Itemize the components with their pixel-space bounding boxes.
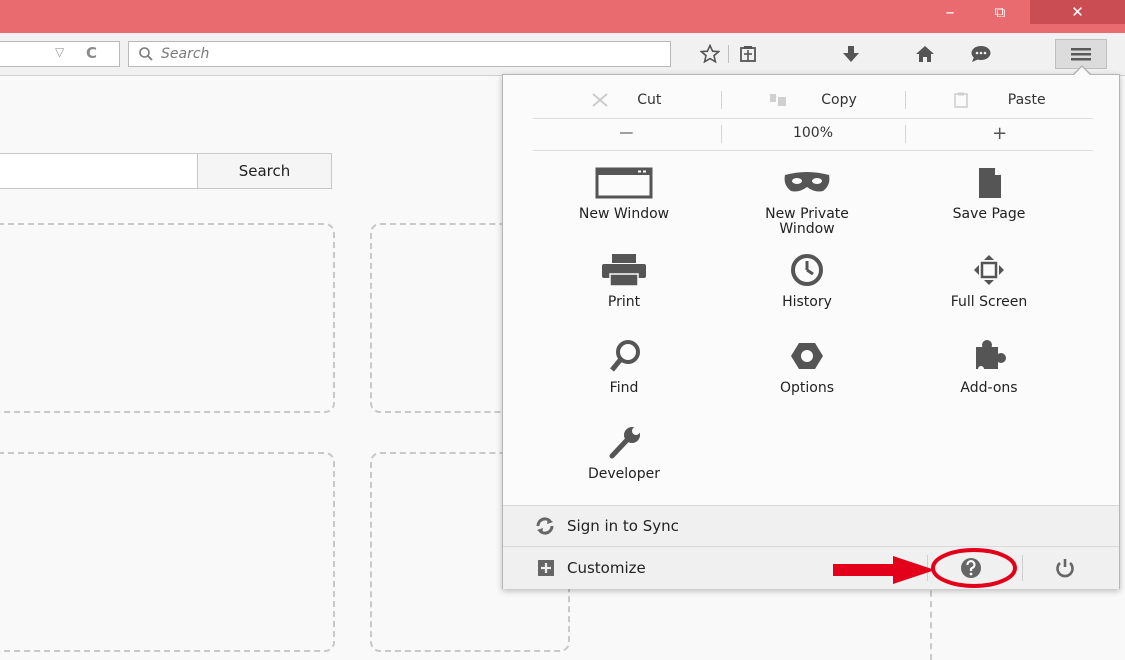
cut-button[interactable]: Cut (533, 92, 720, 108)
find-label: Find (609, 380, 639, 396)
zoom-separator (721, 125, 722, 143)
hello-chat-icon[interactable] (968, 41, 994, 67)
save-page-button[interactable]: Save Page (909, 167, 1069, 222)
page-search-button[interactable]: Search (197, 153, 332, 189)
paste-label: Paste (1007, 92, 1046, 108)
power-icon (1056, 559, 1074, 578)
print-icon (602, 254, 646, 287)
add-ons-button[interactable]: Add-ons (909, 339, 1069, 396)
history-button[interactable]: History (727, 253, 887, 310)
search-bar[interactable]: Search (128, 41, 671, 67)
minimize-button[interactable]: – (935, 0, 965, 24)
navigation-toolbar: ▽ C Search (0, 33, 1125, 76)
copy-icon (770, 94, 787, 106)
footer-separator (1022, 555, 1023, 581)
main-menu-panel: Cut Copy Paste — 100% + New Window New P… (502, 74, 1120, 589)
zoom-out-button[interactable]: — (533, 125, 720, 141)
toolbar-divider (728, 45, 729, 63)
site-tile[interactable] (0, 223, 335, 413)
site-tile[interactable] (0, 452, 335, 652)
print-button[interactable]: Print (544, 253, 704, 310)
zoom-reset-button[interactable]: 100% (720, 125, 907, 141)
developer-button[interactable]: Developer (544, 425, 704, 482)
cut-icon (592, 93, 608, 107)
close-button[interactable]: ✕ (1030, 0, 1125, 24)
customize-label: Customize (567, 559, 646, 577)
copy-button[interactable]: Copy (720, 92, 907, 108)
paste-icon (953, 92, 968, 108)
print-label: Print (607, 294, 641, 310)
find-button[interactable]: Find (544, 339, 704, 396)
restore-button[interactable]: ⧉ (985, 0, 1015, 24)
new-window-icon (595, 167, 653, 199)
edit-controls: Cut Copy Paste (533, 86, 1093, 114)
developer-label: Developer (587, 466, 660, 482)
new-window-label: New Window (578, 206, 670, 222)
history-icon (791, 254, 823, 286)
find-icon (610, 340, 640, 372)
save-page-icon (979, 168, 1001, 198)
new-window-button[interactable]: New Window (544, 167, 704, 222)
sync-icon (536, 517, 554, 535)
customize-row: Customize (503, 546, 1119, 589)
customize-icon (538, 560, 554, 576)
annotation-circle (931, 548, 1017, 588)
add-ons-label: Add-ons (960, 380, 1018, 396)
full-screen-button[interactable]: Full Screen (909, 253, 1069, 310)
reload-icon[interactable]: C (86, 44, 97, 62)
edit-separator (905, 91, 906, 109)
url-dropdown-icon[interactable]: ▽ (55, 45, 64, 59)
search-icon (139, 47, 153, 61)
url-bar[interactable]: ▽ C (0, 41, 120, 67)
zoom-separator (905, 125, 906, 143)
title-bar: – ⧉ ✕ (0, 0, 1125, 33)
full-screen-label: Full Screen (950, 294, 1028, 310)
download-icon[interactable] (838, 41, 864, 67)
options-label: Options (779, 380, 835, 396)
zoom-controls: — 100% + (533, 119, 1093, 147)
annotation-arrow (833, 556, 935, 584)
developer-icon (609, 427, 640, 459)
save-page-label: Save Page (952, 206, 1026, 222)
quit-button[interactable] (1054, 557, 1076, 579)
sync-label: Sign in to Sync (567, 517, 679, 535)
hamburger-icon (1071, 48, 1091, 61)
panel-arrow-inner (1073, 67, 1091, 76)
bookmark-star-icon[interactable] (697, 41, 723, 67)
history-label: History (782, 294, 832, 310)
options-icon (791, 343, 823, 369)
copy-label: Copy (821, 92, 857, 108)
paste-button[interactable]: Paste (906, 92, 1093, 108)
customize-button[interactable]: Customize (503, 559, 646, 577)
add-ons-icon (976, 340, 1006, 372)
page-search-input[interactable] (0, 153, 198, 189)
sync-row[interactable]: Sign in to Sync (503, 505, 1119, 546)
bookmarks-menu-icon[interactable] (735, 41, 761, 67)
home-icon[interactable] (912, 41, 938, 67)
new-private-window-label: New Private Window (765, 206, 849, 237)
zoom-grid-divider (533, 150, 1093, 151)
cut-label: Cut (637, 92, 662, 108)
full-screen-icon (974, 255, 1004, 285)
private-window-icon (784, 172, 830, 192)
zoom-in-button[interactable]: + (906, 123, 1093, 144)
new-private-window-button[interactable]: New Private Window (727, 167, 887, 237)
site-tile[interactable] (930, 580, 990, 660)
search-input[interactable]: Search (161, 46, 209, 62)
options-button[interactable]: Options (727, 339, 887, 396)
edit-separator (721, 91, 722, 109)
